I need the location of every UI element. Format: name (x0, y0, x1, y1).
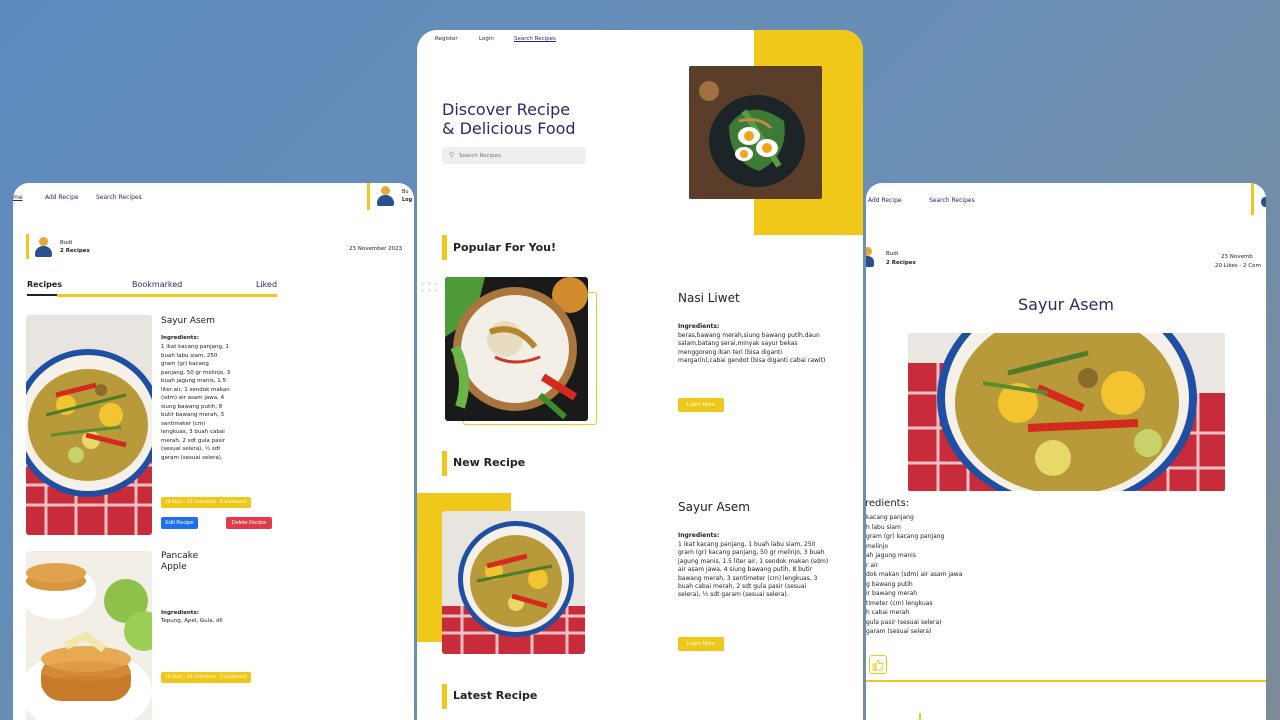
recipe-title[interactable]: Sayur Asem (161, 316, 215, 326)
nav-search-recipes[interactable]: Search Recipes (929, 197, 975, 204)
new-recipe-image[interactable] (442, 511, 585, 654)
hero-image (689, 66, 822, 199)
decor-dots (419, 280, 441, 294)
search-input[interactable] (459, 150, 579, 161)
avatar[interactable] (1261, 197, 1266, 207)
recipe-title[interactable]: Pancake Apple (161, 551, 221, 573)
ingredient-item: melinjo (866, 542, 889, 550)
corner-user-name: Bu (402, 189, 409, 195)
nav-add-recipe[interactable]: Add Recipe (45, 194, 79, 201)
new-section-title: New Recipe (453, 456, 526, 469)
ingredient-item: timeter (cm) lengkuas (866, 599, 933, 607)
recipe-ingredients: Tepung, Apel, Gula, dll (161, 618, 223, 624)
nav-login[interactable]: Login (479, 36, 494, 42)
nav-search-recipes[interactable]: Search Recipes (96, 194, 142, 201)
nav-register[interactable]: Register (435, 36, 458, 42)
search-box[interactable]: ⚲ (442, 147, 586, 164)
thumbs-up-icon (872, 659, 884, 670)
recipe-stats-badge: 10 likes - 12 Comment - 0 bookmark (161, 497, 251, 508)
popular-ingredients-label: Ingredients: (678, 323, 720, 330)
user-name: Budi (60, 240, 73, 246)
nav-home[interactable]: me (13, 194, 23, 201)
nav-accent-bar (1251, 183, 1254, 215)
ingredient-item: dok makan (sdm) air asam jawa (866, 571, 963, 578)
profile-panel: me Add Recipe Search Recipes Bu Log Budi… (13, 183, 414, 720)
hero-title-line2: & Delicious Food (442, 119, 576, 138)
tab-recipes[interactable]: Recipes (27, 280, 62, 289)
ingredient-item: ah jagung manis (866, 552, 916, 559)
user-accent-bar (26, 234, 29, 259)
user-recipe-count: 2 Recipes (60, 248, 90, 254)
recipe-ingredients: 1 ikat kacang panjang, 1 buah labu siam,… (161, 344, 231, 461)
new-learn-more-button[interactable]: Learn More (678, 637, 724, 651)
ingredient-item: h labu siam (866, 523, 901, 531)
like-button[interactable] (869, 655, 887, 674)
recipe-image-pancake[interactable] (26, 551, 152, 720)
ingredients-label: Ingredients: (161, 335, 199, 341)
profile-avatar (35, 237, 52, 257)
new-section-bar (442, 451, 447, 476)
landing-panel: Register Login Search Recipes Discover R… (417, 30, 863, 720)
nav-accent-bar (367, 183, 370, 210)
new-ingredients: 1 ikat kacang panjang, 1 buah labu siam,… (678, 541, 829, 599)
new-ingredients-label: Ingredients: (678, 532, 720, 539)
recipe-main-image (908, 333, 1225, 491)
tab-liked[interactable]: Liked (256, 280, 277, 289)
popular-section-title: Popular For You! (453, 241, 557, 254)
ingredient-item: garam (sesuai selera) (866, 628, 932, 635)
recipe-stats-badge: 10 likes - 12 Comment - 0 bookmark (161, 672, 251, 683)
avatar[interactable] (377, 186, 394, 206)
user-recipe-count: 2 Recipes (886, 260, 916, 266)
profile-date: 23 November 2023 (349, 246, 403, 252)
recipe-image-sayur-asem[interactable] (26, 315, 152, 535)
ingredient-item: r air (866, 561, 879, 569)
user-name: Budi (886, 251, 899, 257)
ingredient-list: kacang panjang h labu siam gram (gr) kac… (866, 513, 962, 637)
recipe-date: 23 Novemb (1221, 254, 1253, 260)
hero-title: Discover Recipe & Delicious Food (442, 100, 576, 138)
comment-accent-bar (919, 713, 921, 720)
popular-ingredients: beras,bawang merah,siung bawang putih,da… (678, 332, 826, 365)
search-icon: ⚲ (449, 151, 455, 159)
latest-section-bar (442, 684, 447, 709)
edit-recipe-button[interactable]: Edit Recipe (161, 517, 198, 529)
logout-link[interactable]: Log (402, 197, 412, 203)
ingredient-item: gula pasir (sesuai selera) (866, 618, 942, 626)
latest-section-title: Latest Recipe (453, 689, 538, 702)
profile-avatar (866, 247, 874, 267)
tab-underline-accent (57, 294, 277, 297)
tab-bookmarked[interactable]: Bookmarked (132, 280, 182, 289)
popular-recipe-title[interactable]: Nasi Liwet (678, 291, 740, 305)
delete-recipe-button[interactable]: Delete Recipe (226, 517, 272, 529)
hero-title-line1: Discover Recipe (442, 100, 571, 119)
ingredient-item: gram (gr) kacang panjang (866, 533, 945, 540)
new-recipe-title[interactable]: Sayur Asem (678, 500, 750, 514)
nav-search-recipes[interactable]: Search Recipes (514, 36, 556, 42)
popular-recipe-image[interactable] (445, 277, 588, 421)
ingredients-label: Ingredients: (161, 610, 199, 616)
ingredients-label: redients: (866, 498, 910, 509)
recipe-title: Sayur Asem (1018, 295, 1114, 314)
popular-section-bar (442, 235, 447, 260)
popular-learn-more-button[interactable]: Learn More (678, 398, 724, 412)
detail-panel: Add Recipe Search Recipes Budi 2 Recipes… (866, 183, 1266, 720)
nav-add-recipe[interactable]: Add Recipe (868, 197, 902, 204)
ingredient-item: g bawang putih (866, 580, 913, 588)
section-divider (866, 680, 1266, 682)
recipe-stats: 20 Likes - 2 Com (1215, 263, 1261, 269)
ingredient-item: kacang panjang (866, 514, 914, 521)
ingredient-item: ir bawang merah (866, 590, 918, 597)
ingredient-item: h cabai merah (866, 609, 910, 616)
